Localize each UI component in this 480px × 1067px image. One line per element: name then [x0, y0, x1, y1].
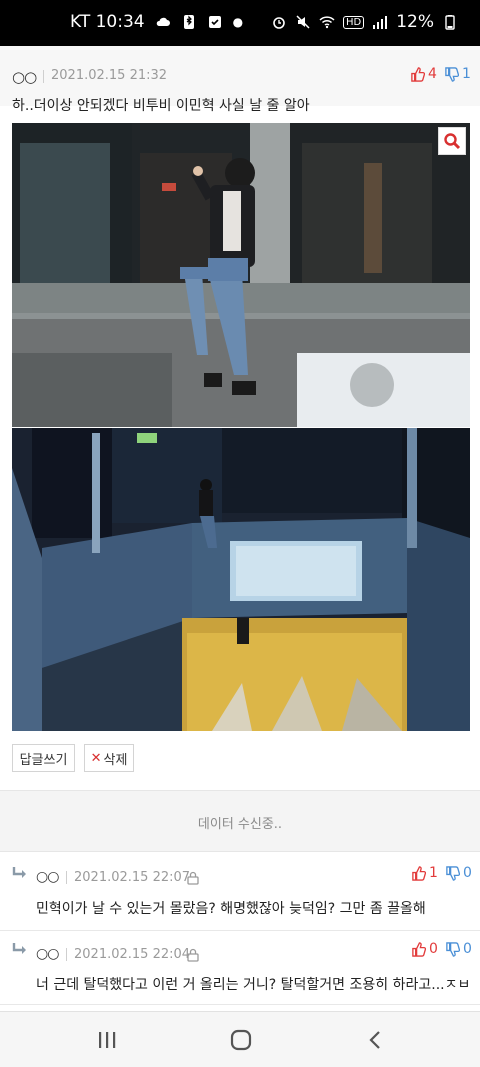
- comment-upvote-count: 1: [429, 865, 438, 881]
- thumbs-up-icon: [411, 66, 425, 82]
- thumbs-down-icon: [446, 865, 460, 881]
- thumbs-down-icon: [446, 941, 460, 957]
- lock-icon: [187, 871, 199, 885]
- comment-date: 2021.02.15 22:07: [74, 870, 191, 885]
- photo-2-scene: [12, 428, 470, 731]
- comment-upvote-button[interactable]: 1: [411, 865, 438, 881]
- status-bar-right: HD 12%: [271, 12, 458, 32]
- check-icon: [208, 16, 221, 28]
- thumbs-up-icon: [412, 865, 426, 881]
- dot-indicator: ●: [232, 15, 244, 29]
- downvote-count: 1: [462, 66, 471, 82]
- reply-button-label: 답글쓰기: [19, 752, 68, 768]
- mute-icon: [296, 15, 310, 29]
- post-title: 하..더이상 안되겠다 비투비 이민혁 사실 날 줄 알아: [12, 98, 310, 114]
- comment-text: 너 근데 탈덕했다고 이런 거 올리는 거니? 탈덕할거면 조용히 하라고...…: [36, 977, 471, 993]
- search-icon: [444, 133, 461, 150]
- divider: [66, 871, 67, 884]
- post-author: ○○: [12, 68, 37, 86]
- divider: [66, 948, 67, 961]
- reply-arrow-icon: [12, 867, 26, 878]
- comment-upvote-count: 0: [429, 941, 438, 957]
- comment-author: ○○: [36, 946, 59, 962]
- status-bar: KT 10:34 ● HD 12%: [0, 0, 480, 46]
- loading-text: 데이터 수신중..: [197, 817, 283, 832]
- status-bar-left: KT 10:34 ●: [70, 12, 243, 32]
- hd-badge: HD: [342, 15, 365, 29]
- comment-item: ○○ 2021.02.15 22:04 0 0 너 근데 탈덕했다고 이런 거 …: [0, 931, 480, 1005]
- comment-date: 2021.02.15 22:04: [74, 947, 191, 962]
- post-image-2[interactable]: [12, 428, 470, 731]
- comment-downvote-button[interactable]: 0: [445, 941, 472, 957]
- photo-1-scene: [12, 123, 470, 427]
- carrier-time: KT 10:34: [70, 12, 145, 32]
- battery-percent: 12%: [396, 12, 434, 32]
- close-icon: ✕: [90, 750, 102, 766]
- zoom-button[interactable]: [438, 127, 466, 155]
- downvote-button[interactable]: 1: [444, 66, 471, 82]
- comment-downvote-button[interactable]: 0: [445, 865, 472, 881]
- post-image-1[interactable]: [12, 123, 470, 427]
- comment-author: ○○: [36, 869, 59, 885]
- reply-arrow-icon: [12, 943, 26, 954]
- wifi-icon: [319, 16, 335, 29]
- back-icon[interactable]: [365, 1029, 387, 1051]
- signal-icon: [373, 16, 388, 29]
- comment-item: ○○ 2021.02.15 22:07 1 0 민혁이가 날 수 있는거 몰랐음…: [0, 852, 480, 931]
- system-nav-bar: [0, 1011, 480, 1067]
- battery-icon: [445, 15, 455, 30]
- recent-apps-icon[interactable]: [96, 1029, 118, 1051]
- thumbs-up-icon: [412, 941, 426, 957]
- divider: [43, 70, 44, 83]
- upvote-button[interactable]: 4: [410, 66, 437, 82]
- delete-button[interactable]: ✕ 삭제: [84, 744, 134, 772]
- comment-upvote-button[interactable]: 0: [411, 941, 438, 957]
- lock-icon: [187, 948, 199, 962]
- reply-button[interactable]: 답글쓰기: [12, 744, 75, 772]
- comment-downvote-count: 0: [463, 941, 472, 957]
- comment-text: 민혁이가 날 수 있는거 몰랐음? 해명했잖아 늦덕임? 그만 좀 끌올해: [36, 901, 426, 917]
- comment-downvote-count: 0: [463, 865, 472, 881]
- alarm-icon: [273, 17, 285, 29]
- cloud-icon: [156, 17, 170, 26]
- delete-button-label: 삭제: [103, 752, 128, 768]
- home-icon[interactable]: [229, 1028, 253, 1052]
- post-date: 2021.02.15 21:32: [51, 68, 168, 83]
- comments-loading-area: 데이터 수신중..: [0, 790, 480, 852]
- upvote-count: 4: [428, 66, 437, 82]
- thumbs-down-icon: [445, 66, 459, 82]
- bluetooth-icon: [183, 15, 194, 29]
